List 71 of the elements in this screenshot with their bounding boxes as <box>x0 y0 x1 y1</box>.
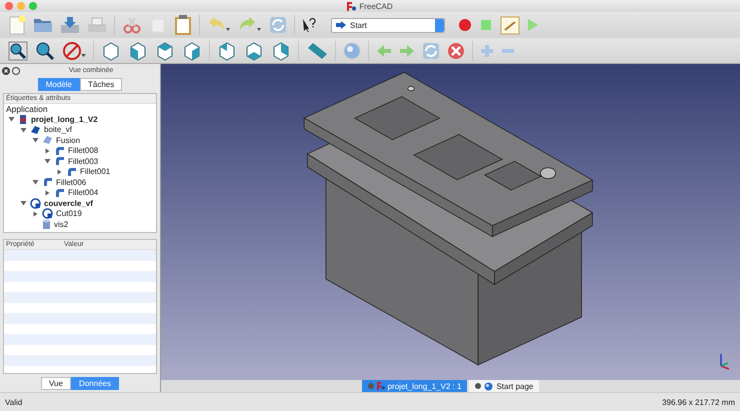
cube-view-icon[interactable] <box>155 40 175 60</box>
tree-item[interactable]: boite_vf <box>44 125 72 134</box>
tree-item[interactable]: vis2 <box>54 220 68 229</box>
tree-item[interactable]: Fillet001 <box>80 167 110 176</box>
tree-item[interactable]: Fillet004 <box>68 188 98 198</box>
solid-icon <box>30 124 41 135</box>
axis-triad-icon <box>718 352 732 370</box>
magnifier-icon[interactable] <box>35 40 55 60</box>
globe-icon <box>484 382 494 390</box>
scissors-icon[interactable] <box>122 16 142 34</box>
tree-item[interactable]: Cut019 <box>56 209 82 218</box>
tree-item[interactable]: Fillet008 <box>68 146 98 156</box>
status-message: Valid <box>5 398 22 406</box>
workbench-dropdown[interactable]: Start <box>331 18 445 32</box>
cube-view-icon[interactable] <box>182 40 202 60</box>
cut-icon <box>30 198 41 209</box>
fillet-icon <box>42 177 53 188</box>
expand-arrow-icon[interactable] <box>56 168 63 175</box>
app-logo-icon <box>376 382 385 390</box>
collapse-arrow-icon[interactable] <box>8 116 15 122</box>
document-tab[interactable]: Start page <box>469 380 540 392</box>
expand-arrow-icon[interactable] <box>44 190 51 196</box>
fillet-icon <box>66 166 77 177</box>
window-title: FreeCAD <box>359 2 393 10</box>
stop-icon[interactable] <box>447 42 465 60</box>
ruler-icon[interactable] <box>306 42 328 60</box>
expand-arrow-icon[interactable] <box>44 148 51 154</box>
dimensions-readout: 396.96 x 217.72 mm <box>662 398 735 406</box>
app-logo-icon <box>347 2 356 10</box>
fillet-icon <box>54 188 65 198</box>
close-panel-icon[interactable] <box>2 66 10 74</box>
tree-item[interactable]: Fillet006 <box>56 178 86 187</box>
tree-item[interactable]: couvercle_vf <box>44 198 93 208</box>
question-pointer-icon[interactable] <box>302 17 316 33</box>
cylinder-icon <box>42 218 51 230</box>
folder-icon[interactable] <box>33 16 53 34</box>
cube-view-icon[interactable] <box>217 40 237 60</box>
draw-style-icon[interactable] <box>62 40 86 60</box>
cube-view-icon[interactable] <box>244 40 264 60</box>
tree-item[interactable]: Fillet003 <box>68 156 98 166</box>
tree-item[interactable]: projet_long_1_V2 <box>31 114 98 124</box>
collapse-arrow-icon[interactable] <box>32 137 39 144</box>
tree-item[interactable]: Fusion <box>56 136 80 145</box>
close-window-button[interactable] <box>5 2 13 10</box>
panel-tab[interactable]: Vue <box>41 377 71 390</box>
panel-tab[interactable]: Tâches <box>80 78 122 91</box>
dropdown-stepper-icon <box>435 18 444 32</box>
fusion-icon <box>42 135 53 146</box>
expand-arrow-icon[interactable] <box>32 210 39 217</box>
record-icon[interactable] <box>458 18 472 32</box>
tree-root-label: Application <box>5 104 49 114</box>
fillet-icon <box>54 156 65 166</box>
collapse-arrow-icon[interactable] <box>20 126 27 133</box>
notepad-pencil-icon[interactable] <box>500 15 520 35</box>
fillet-icon <box>54 146 65 156</box>
collapse-arrow-icon[interactable] <box>32 179 39 186</box>
cube-view-icon[interactable] <box>271 40 291 60</box>
magnifier-icon[interactable] <box>8 40 28 60</box>
clipboard-icon[interactable] <box>174 14 192 36</box>
document-tab[interactable]: projet_long_1_V2 : 1 <box>362 380 468 392</box>
float-panel-icon[interactable] <box>12 66 20 74</box>
cut-icon <box>42 208 53 220</box>
arrow-right-icon <box>336 21 346 29</box>
save-icon[interactable] <box>60 16 80 34</box>
close-tab-icon[interactable] <box>475 383 482 389</box>
collapse-arrow-icon[interactable] <box>44 158 51 164</box>
document-icon <box>18 114 28 125</box>
cube-view-icon[interactable] <box>101 40 121 60</box>
cube-view-icon[interactable] <box>128 40 148 60</box>
3d-viewport[interactable] <box>161 64 740 380</box>
collapse-arrow-icon[interactable] <box>20 200 27 206</box>
